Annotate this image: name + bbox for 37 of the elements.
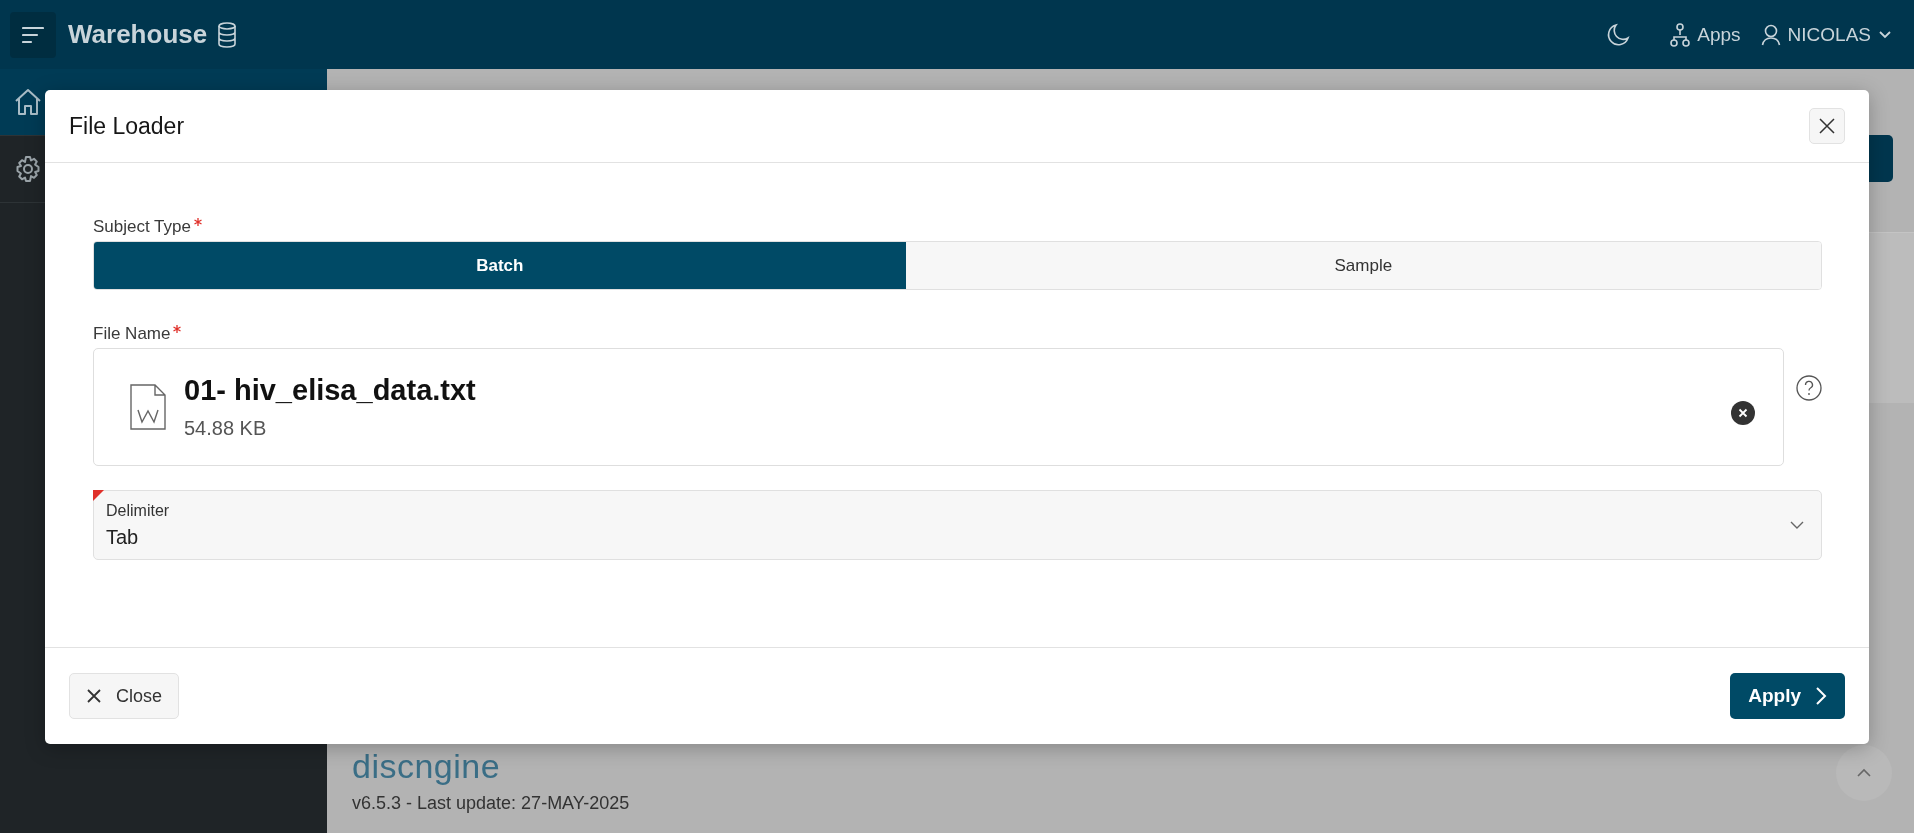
file-name: 01- hiv_elisa_data.txt bbox=[184, 374, 477, 407]
close-button[interactable] bbox=[1809, 108, 1845, 144]
chevron-up-icon bbox=[1856, 768, 1872, 778]
menu-button[interactable] bbox=[10, 11, 56, 58]
apps-button[interactable]: Apps bbox=[1660, 16, 1751, 53]
user-icon bbox=[1760, 23, 1781, 46]
close-icon bbox=[1738, 408, 1748, 418]
close-icon bbox=[86, 688, 102, 704]
home-icon bbox=[13, 87, 43, 117]
moon-icon bbox=[1606, 22, 1631, 47]
dialog-title: File Loader bbox=[69, 112, 185, 140]
segment-option[interactable]: Batch bbox=[94, 242, 906, 289]
field-label: Delimiter bbox=[106, 501, 171, 520]
hierarchy-icon bbox=[1670, 22, 1691, 47]
segment-option[interactable]: Sample bbox=[905, 242, 1821, 289]
chevron-down-icon bbox=[1789, 520, 1805, 530]
delimiter-select[interactable]: Delimiter Tab bbox=[93, 490, 1822, 560]
file-drop-field[interactable]: 01- hiv_elisa_data.txt 54.88 KB bbox=[93, 348, 1784, 466]
question-icon bbox=[1796, 375, 1822, 401]
field-label: File Name bbox=[93, 324, 171, 344]
user-menu-button[interactable]: NICOLAS bbox=[1750, 17, 1902, 52]
company-logo: discngine bbox=[352, 749, 502, 783]
document-icon bbox=[130, 384, 166, 430]
file-size: 54.88 KB bbox=[184, 417, 268, 440]
app-title: Warehouse bbox=[68, 19, 208, 50]
field-label: Subject Type bbox=[93, 217, 191, 237]
database-icon bbox=[217, 21, 238, 48]
field-value: Tab bbox=[106, 525, 140, 549]
version-text: v6.5.3 - Last update: 27-MAY-2025 bbox=[352, 793, 630, 814]
remove-file-button[interactable] bbox=[1731, 401, 1755, 425]
chevron-right-icon bbox=[1815, 686, 1827, 706]
menu-icon bbox=[22, 25, 44, 44]
apply-button[interactable]: Apply bbox=[1730, 673, 1845, 719]
close-icon bbox=[1818, 117, 1836, 135]
close-button[interactable]: Close bbox=[69, 673, 180, 719]
chevron-down-icon bbox=[1878, 29, 1892, 40]
help-button[interactable] bbox=[1796, 375, 1822, 401]
